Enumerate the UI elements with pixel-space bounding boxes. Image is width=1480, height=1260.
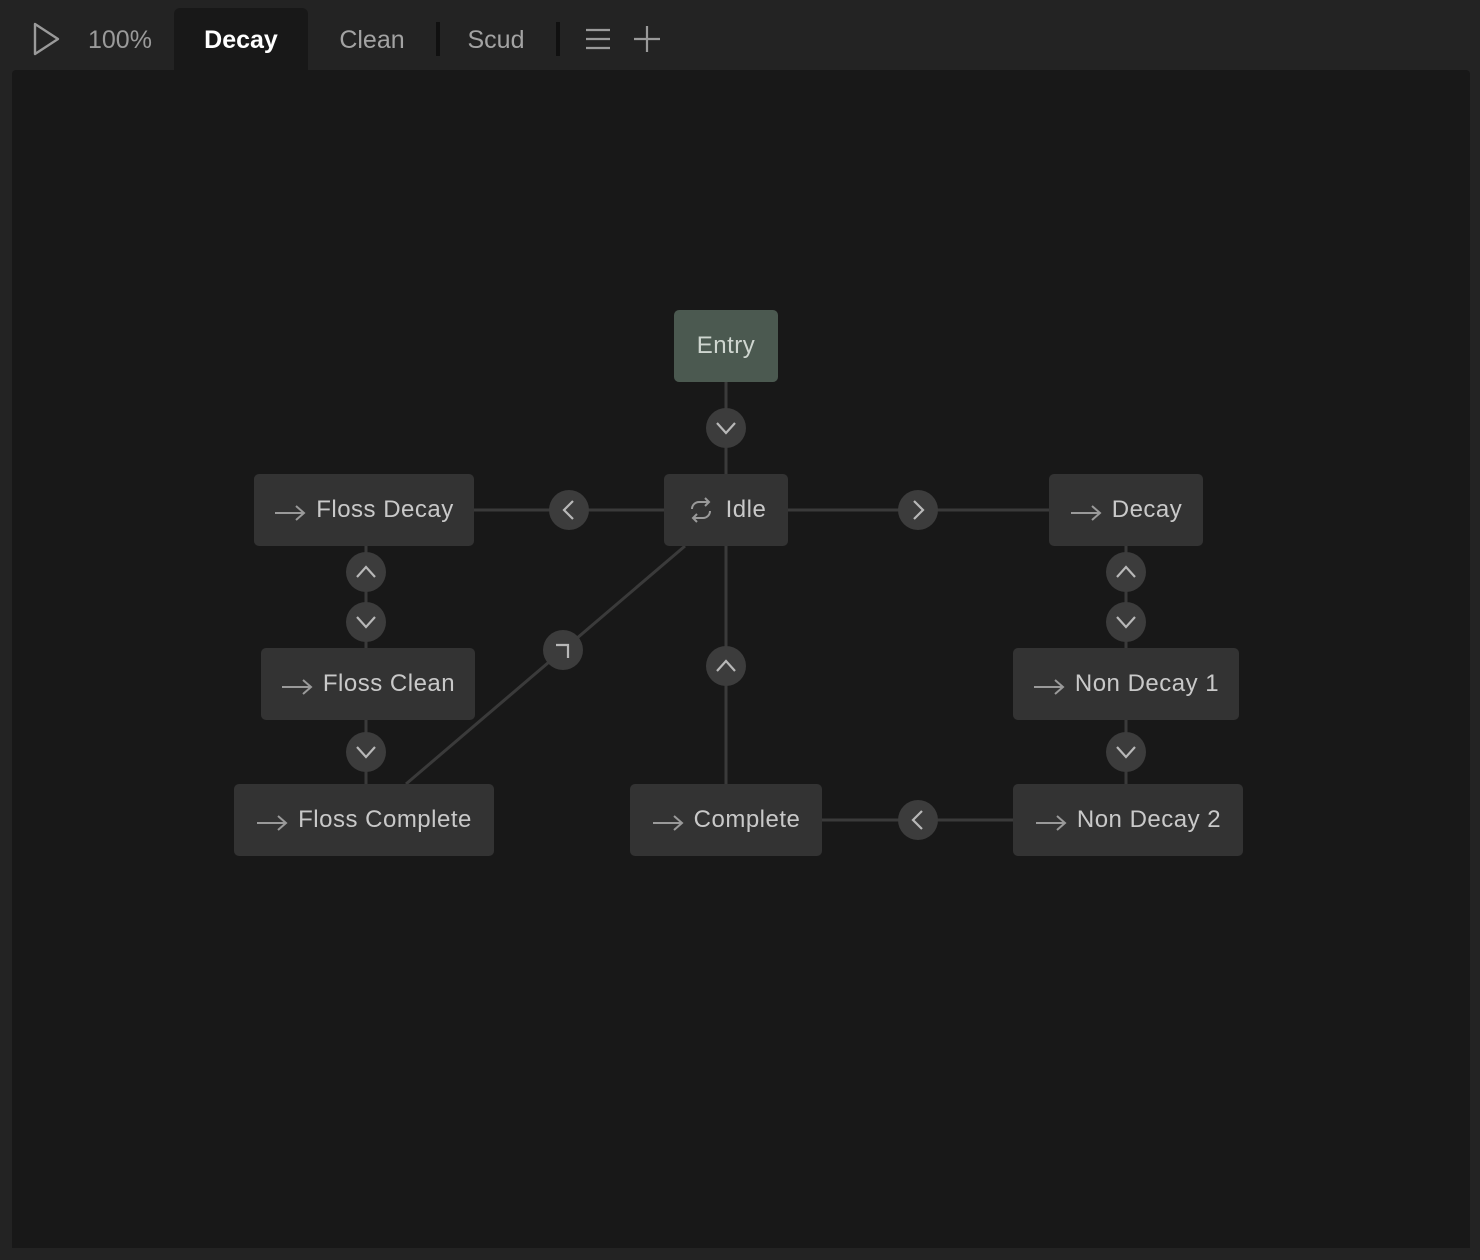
transition-chevron-up-icon[interactable] xyxy=(706,646,746,686)
tab-scud[interactable]: Scud xyxy=(452,8,540,72)
state-graph-canvas[interactable]: Entry Idle Floss Decay Floss Clean Floss… xyxy=(12,70,1470,1248)
arrow-right-icon xyxy=(1035,811,1067,831)
arrow-right-icon xyxy=(1033,675,1065,695)
arrow-right-icon xyxy=(1070,501,1102,521)
decay-node[interactable]: Decay xyxy=(1049,474,1203,546)
entry-node[interactable]: Entry xyxy=(674,310,778,382)
floss-decay-node-label: Floss Decay xyxy=(316,496,454,523)
zoom-level[interactable]: 100% xyxy=(88,22,152,58)
non-decay-2-node[interactable]: Non Decay 2 xyxy=(1013,784,1243,856)
transition-chevron-up-icon[interactable] xyxy=(346,552,386,592)
arrow-right-icon xyxy=(256,811,288,831)
idle-node-label: Idle xyxy=(725,496,767,523)
arrow-right-icon xyxy=(652,811,684,831)
menu-icon[interactable] xyxy=(584,26,612,52)
tab-separator xyxy=(556,22,560,56)
transition-diagonal-arrow-icon[interactable] xyxy=(543,630,583,670)
idle-node[interactable]: Idle xyxy=(664,474,788,546)
complete-node[interactable]: Complete xyxy=(630,784,822,856)
tab-decay[interactable]: Decay xyxy=(174,8,308,72)
floss-clean-node-label: Floss Clean xyxy=(322,670,456,697)
toolbar: 100% Decay Clean Scud xyxy=(0,0,1480,72)
non-decay-2-node-label: Non Decay 2 xyxy=(1076,806,1222,833)
add-tab-icon[interactable] xyxy=(632,24,662,54)
non-decay-1-node[interactable]: Non Decay 1 xyxy=(1013,648,1239,720)
transition-chevron-right-icon[interactable] xyxy=(898,490,938,530)
play-icon[interactable] xyxy=(28,20,64,58)
floss-complete-node-label: Floss Complete xyxy=(298,806,472,833)
loop-icon xyxy=(686,497,716,523)
decay-node-label: Decay xyxy=(1111,496,1183,523)
arrow-right-icon xyxy=(281,675,313,695)
transition-chevron-left-icon[interactable] xyxy=(549,490,589,530)
floss-decay-node[interactable]: Floss Decay xyxy=(254,474,474,546)
transition-chevron-down-icon[interactable] xyxy=(1106,732,1146,772)
complete-node-label: Complete xyxy=(693,806,801,833)
transition-chevron-left-icon[interactable] xyxy=(898,800,938,840)
arrow-right-icon xyxy=(274,501,306,521)
tab-clean[interactable]: Clean xyxy=(320,8,424,72)
tab-separator xyxy=(436,22,440,56)
transition-chevron-down-icon[interactable] xyxy=(346,732,386,772)
non-decay-1-node-label: Non Decay 1 xyxy=(1074,670,1220,697)
transition-chevron-down-icon[interactable] xyxy=(346,602,386,642)
floss-clean-node[interactable]: Floss Clean xyxy=(261,648,475,720)
floss-complete-node[interactable]: Floss Complete xyxy=(234,784,494,856)
transition-chevron-down-icon[interactable] xyxy=(1106,602,1146,642)
transition-chevron-up-icon[interactable] xyxy=(1106,552,1146,592)
transition-chevron-down-icon[interactable] xyxy=(706,408,746,448)
entry-node-label: Entry xyxy=(696,332,756,359)
